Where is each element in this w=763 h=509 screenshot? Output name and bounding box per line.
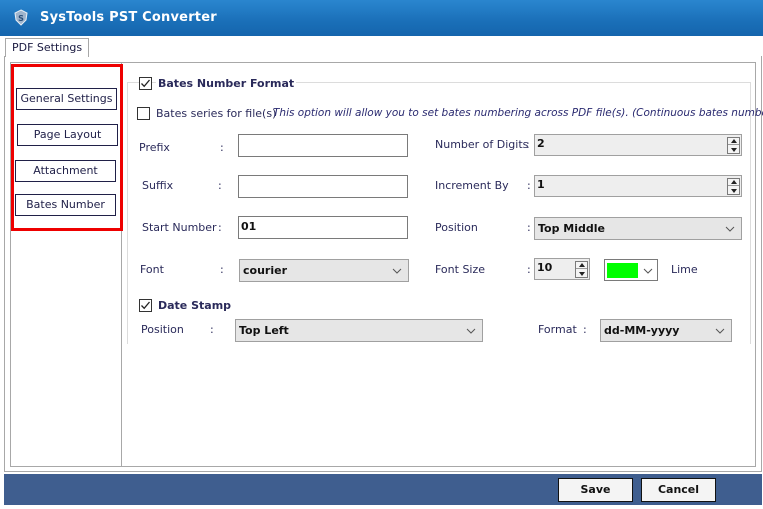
prefix-label: Prefix [139, 141, 170, 154]
spin-up-icon[interactable] [728, 138, 739, 145]
font-label: Font [140, 263, 164, 276]
date-format-dropdown[interactable]: dd-MM-yyyy [600, 319, 732, 342]
font-size-spin-buttons[interactable] [575, 261, 588, 278]
bates-series-checkbox[interactable] [137, 107, 150, 120]
increment-by-spinner[interactable]: 1 [534, 175, 742, 197]
chevron-down-icon [725, 226, 735, 232]
font-size-spinner[interactable]: 10 [534, 258, 590, 280]
date-format-colon: : [583, 323, 587, 336]
group-box-edge [750, 82, 751, 344]
check-icon [141, 79, 150, 88]
bates-position-dropdown[interactable]: Top Middle [534, 217, 742, 240]
increment-by-label: Increment By [435, 179, 509, 192]
prefix-colon: : [220, 141, 224, 154]
chevron-down-icon [643, 268, 653, 274]
date-format-label: Format [538, 323, 577, 336]
suffix-input[interactable] [238, 175, 408, 198]
font-value: courier [243, 264, 287, 277]
bates-series-hint: This option will allow you to set bates … [273, 107, 763, 119]
suffix-label: Suffix [142, 179, 174, 192]
color-swatch [607, 263, 638, 278]
chevron-down-icon [392, 268, 402, 274]
cancel-button[interactable]: Cancel [641, 478, 716, 502]
svg-text:S: S [18, 14, 24, 23]
bates-number-format-checkbox[interactable] [139, 77, 152, 90]
font-colon: : [220, 263, 224, 276]
bates-position-label: Position [435, 221, 478, 234]
number-of-digits-colon: : [526, 138, 530, 151]
suffix-colon: : [218, 179, 222, 192]
number-of-digits-label: Number of Digits [435, 138, 529, 151]
spin-down-icon[interactable] [576, 270, 587, 277]
tab-strip [0, 36, 763, 56]
spin-up-icon[interactable] [576, 262, 587, 269]
date-stamp-checkbox[interactable] [139, 299, 152, 312]
font-dropdown[interactable]: courier [239, 259, 409, 282]
start-number-label: Start Number [142, 221, 217, 234]
sidebar-item-attachment[interactable]: Attachment [15, 160, 116, 182]
font-color-name: Lime [671, 263, 698, 276]
start-number-input[interactable]: 01 [238, 216, 408, 239]
increment-by-value: 1 [537, 178, 545, 191]
font-size-value: 10 [537, 261, 553, 274]
font-color-dropdown[interactable] [604, 259, 658, 281]
save-button[interactable]: Save [558, 478, 633, 502]
start-number-colon: : [218, 221, 222, 234]
date-stamp-label: Date Stamp [158, 299, 232, 312]
increment-by-spin-buttons[interactable] [727, 178, 740, 195]
app-title: SysTools PST Converter [40, 10, 217, 25]
number-of-digits-spinner[interactable]: 2 [534, 134, 742, 156]
chevron-down-icon [466, 328, 476, 334]
date-position-dropdown[interactable]: Top Left [235, 319, 483, 342]
spin-down-icon[interactable] [728, 146, 739, 153]
date-format-value: dd-MM-yyyy [604, 324, 680, 337]
bates-number-format-label: Bates Number Format [156, 77, 297, 90]
spin-down-icon[interactable] [728, 187, 739, 194]
prefix-input[interactable] [238, 134, 408, 157]
bates-position-value: Top Middle [538, 222, 605, 235]
tab-pdf-settings[interactable]: PDF Settings [5, 38, 90, 57]
date-position-label: Position [141, 323, 184, 336]
bates-position-colon: : [527, 221, 531, 234]
sidebar-item-page-layout[interactable]: Page Layout [17, 124, 118, 146]
number-of-digits-spin-buttons[interactable] [727, 137, 740, 154]
number-of-digits-value: 2 [537, 137, 545, 150]
chevron-down-icon [715, 328, 725, 334]
increment-by-colon: : [527, 179, 531, 192]
sidebar-item-general-settings[interactable]: General Settings [16, 88, 117, 110]
date-position-colon: : [210, 323, 214, 336]
font-size-label: Font Size [435, 263, 486, 276]
check-icon [141, 301, 150, 310]
sidebar-item-bates-number[interactable]: Bates Number [15, 194, 116, 216]
date-position-value: Top Left [239, 324, 289, 337]
font-size-colon: : [527, 263, 531, 276]
spin-up-icon[interactable] [728, 179, 739, 186]
bates-series-label: Bates series for file(s) [156, 107, 277, 120]
systools-shield-icon: S [12, 9, 30, 27]
